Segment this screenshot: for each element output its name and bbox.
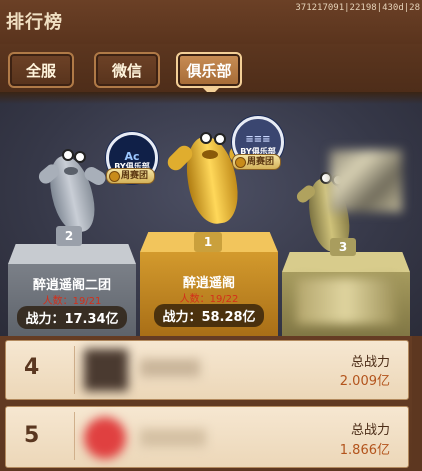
rank-number-second: 2 [56,226,82,246]
tab-server[interactable]: 全服 [8,52,74,88]
weekly-team-tag-second: 周赛团 [106,168,156,184]
rank-number: 5 [24,423,40,448]
tab-bar: 全服 微信 俱乐部 [0,44,422,92]
club-name-first: 醉逍遥阁 [182,276,235,291]
power-label: 总战力 [350,355,390,370]
page-title: 排行榜 [6,12,63,33]
blurred-club-name [140,429,206,447]
medal-icon [235,157,246,168]
blurred-club-badge [330,150,402,212]
member-count-second: 人数：19/21 [42,296,102,307]
header-bar: 排行榜 371217091|22198|430d|28 [0,0,422,46]
power-first: 战力：58.28亿 [154,304,264,327]
podium-area: Ac BY俱乐部 周赛团 ≡≡≡ BY俱乐部 周赛团 醉逍遥阁二团 人数：19/… [0,92,422,336]
podium-third [282,252,410,336]
power-value: 2.009亿 [339,374,390,389]
tab-wechat[interactable]: 微信 [94,52,160,88]
member-count-first: 人数：19/22 [179,294,239,305]
club-name-second: 醉逍遥阁二团 [32,278,111,293]
tab-club[interactable]: 俱乐部 [176,52,242,88]
weekly-team-tag-first: 周赛团 [232,154,282,170]
list-scrollbar[interactable] [412,336,422,471]
debug-id-text: 371217091|22198|430d|28 [295,3,420,13]
blurred-club-name [140,359,200,377]
blurred-club-info [296,278,396,324]
list-item[interactable]: 5 总战力 1.866亿 [5,406,409,468]
podium-second: 醉逍遥阁二团 人数：19/21 战力：17.34亿 [8,244,136,336]
rank-number-third: 3 [330,238,356,256]
power-value: 1.866亿 [339,443,390,458]
blurred-club-avatar [84,417,126,459]
rank-number: 4 [24,355,40,380]
power-label: 总战力 [350,423,390,438]
list-item[interactable]: 4 总战力 2.009亿 [5,340,409,400]
medal-icon [109,171,120,182]
blurred-club-avatar [84,349,128,391]
rank-number-first: 1 [194,232,222,252]
power-second: 战力：17.34亿 [17,306,127,329]
